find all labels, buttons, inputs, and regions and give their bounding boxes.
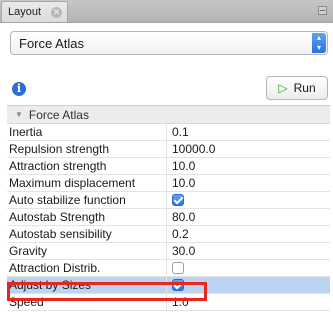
property-name: Speed — [7, 294, 167, 310]
property-row[interactable]: Speed 1.0 — [7, 294, 330, 311]
property-row[interactable]: Repulsion strength 10000.0 — [7, 141, 330, 158]
property-value[interactable]: 1.0 — [167, 294, 189, 310]
tab-label: Layout — [8, 6, 42, 18]
info-icon[interactable]: i — [12, 82, 26, 96]
property-name: Gravity — [7, 243, 167, 259]
property-value[interactable]: 10.0 — [167, 158, 195, 174]
select-value: Force Atlas — [19, 35, 85, 51]
section-title: Force Atlas — [28, 107, 89, 122]
title-bar: Layout ✕ — [0, 0, 333, 23]
property-row[interactable]: Inertia 0.1 — [7, 124, 330, 141]
property-row[interactable]: Autostab Strength 80.0 — [7, 209, 330, 226]
property-value — [167, 192, 184, 208]
property-name: Repulsion strength — [7, 141, 167, 157]
property-row[interactable]: Gravity 30.0 — [7, 243, 330, 260]
checkbox-checked[interactable] — [172, 279, 184, 291]
layout-algorithm-select[interactable]: Force Atlas ▴ ▾ — [10, 31, 328, 55]
chevron-updown-icon[interactable]: ▴ ▾ — [312, 33, 326, 53]
property-name: Autostab Strength — [7, 209, 167, 225]
property-value[interactable]: 80.0 — [167, 209, 195, 225]
minimize-icon[interactable] — [318, 6, 327, 15]
property-row[interactable]: Autostab sensibility 0.2 — [7, 226, 330, 243]
checkbox-unchecked[interactable] — [172, 262, 184, 274]
property-value[interactable]: 10.0 — [167, 175, 195, 191]
property-name: Inertia — [7, 124, 167, 140]
property-row[interactable]: Adjust by Sizes — [7, 277, 330, 294]
property-name: Autostab sensibility — [7, 226, 167, 242]
tab-layout[interactable]: Layout ✕ — [1, 1, 68, 22]
property-name: Adjust by Sizes — [7, 277, 167, 293]
collapse-triangle-icon[interactable]: ▼ — [15, 110, 23, 119]
property-row[interactable]: Attraction strength 10.0 — [7, 158, 330, 175]
property-sheet: ▼ Force Atlas Inertia 0.1 Repulsion streng… — [7, 105, 330, 311]
section-header[interactable]: ▼ Force Atlas — [7, 106, 330, 124]
play-icon: ▷ — [278, 81, 288, 95]
property-row[interactable]: Attraction Distrib. — [7, 260, 330, 277]
property-value — [167, 277, 184, 293]
run-button[interactable]: ▷ Run — [266, 76, 328, 100]
run-label: Run — [293, 81, 316, 95]
property-name: Attraction Distrib. — [7, 260, 167, 276]
property-name: Maximum displacement — [7, 175, 167, 191]
checkbox-checked[interactable] — [172, 194, 184, 206]
property-name: Attraction strength — [7, 158, 167, 174]
property-row[interactable]: Auto stabilize function — [7, 192, 330, 209]
property-row[interactable]: Maximum displacement 10.0 — [7, 175, 330, 192]
property-value[interactable]: 0.1 — [167, 124, 189, 140]
property-value — [167, 260, 184, 276]
close-icon[interactable]: ✕ — [51, 7, 62, 18]
property-value[interactable]: 30.0 — [167, 243, 195, 259]
property-name: Auto stabilize function — [7, 192, 167, 208]
property-value[interactable]: 0.2 — [167, 226, 189, 242]
property-value[interactable]: 10000.0 — [167, 141, 215, 157]
